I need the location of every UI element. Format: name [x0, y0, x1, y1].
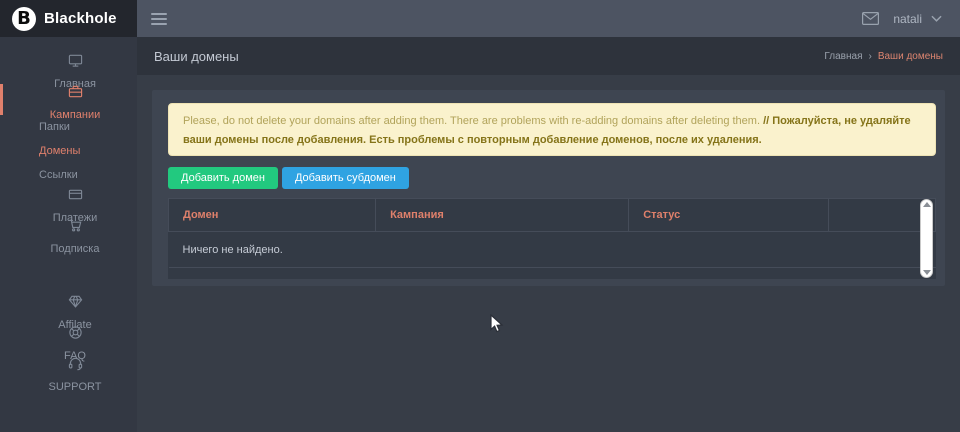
- sidebar-item-label: Подписка: [51, 243, 100, 255]
- scroll-up-icon[interactable]: [923, 202, 931, 207]
- domains-table-container: Домен Кампания Статус Ничего не найдено.: [168, 198, 936, 279]
- sidebar-item-subscription[interactable]: Подписка: [0, 218, 137, 249]
- diamond-icon: [68, 294, 83, 309]
- briefcase-icon: [68, 84, 83, 99]
- sidebar-item-payments[interactable]: Платежи: [0, 187, 137, 218]
- headset-icon: [68, 356, 83, 371]
- app-window: B Blackhole Главная Кампании Папки Домен…: [0, 0, 960, 432]
- breadcrumb-current: Ваши домены: [878, 51, 943, 62]
- main-area: natali Ваши домены Главная › Ваши домены…: [137, 0, 960, 432]
- sidebar-item-campaigns[interactable]: Кампании: [0, 84, 137, 115]
- breadcrumb: Главная › Ваши домены: [824, 51, 943, 62]
- mail-icon[interactable]: [862, 12, 879, 25]
- monitor-icon: [68, 53, 83, 68]
- warning-alert: Please, do not delete your domains after…: [168, 103, 936, 156]
- column-header-domain[interactable]: Домен: [169, 199, 376, 232]
- add-subdomain-button[interactable]: Добавить субдомен: [282, 167, 409, 189]
- column-header-campaign[interactable]: Кампания: [376, 199, 629, 232]
- sidebar-item-links[interactable]: Ссылки: [0, 163, 137, 187]
- table-header-row: Домен Кампания Статус: [169, 199, 936, 232]
- sidebar-item-faq[interactable]: FAQ: [0, 325, 137, 356]
- cart-icon: [68, 218, 83, 233]
- credit-card-icon: [68, 187, 83, 202]
- sidebar-item-label: Домены: [39, 145, 80, 157]
- column-header-status[interactable]: Статус: [629, 199, 828, 232]
- sidebar-item-affiliate[interactable]: Affilate: [0, 294, 137, 325]
- domains-panel: Please, do not delete your domains after…: [152, 90, 945, 286]
- brand-logo-icon: B: [12, 7, 36, 31]
- sidebar-spacer: [0, 249, 137, 294]
- sidebar: B Blackhole Главная Кампании Папки Домен…: [0, 0, 137, 432]
- breadcrumb-home-link[interactable]: Главная: [824, 51, 862, 62]
- brand-name: Blackhole: [44, 10, 117, 27]
- sidebar-item-label: Папки: [39, 121, 70, 133]
- sidebar-nav: Главная Кампании Папки Домены Ссылки Пла…: [0, 37, 137, 387]
- sidebar-item-label: SUPPORT: [49, 381, 102, 393]
- scroll-down-icon[interactable]: [923, 270, 931, 275]
- sidebar-item-support[interactable]: SUPPORT: [0, 356, 137, 387]
- add-domain-button[interactable]: Добавить домен: [168, 167, 278, 189]
- username: natali: [893, 12, 922, 26]
- content-area: Please, do not delete your domains after…: [137, 75, 960, 432]
- sidebar-item-label: Ссылки: [39, 169, 78, 181]
- sidebar-item-label: Кампании: [50, 109, 101, 121]
- lifebuoy-icon: [68, 325, 83, 340]
- table-row: Ничего не найдено.: [169, 232, 936, 268]
- table-scrollbar[interactable]: [920, 199, 933, 278]
- sidebar-item-home[interactable]: Главная: [0, 53, 137, 84]
- topbar: natali: [137, 0, 960, 37]
- page-title: Ваши домены: [154, 49, 239, 64]
- breadcrumb-separator: ›: [868, 51, 871, 62]
- actions-row: Добавить домен Добавить субдомен: [168, 167, 936, 189]
- chevron-down-icon: [931, 15, 942, 22]
- brand-logo[interactable]: B Blackhole: [0, 0, 137, 37]
- sidebar-toggle-button[interactable]: [151, 13, 167, 25]
- alert-text-en: Please, do not delete your domains after…: [183, 115, 763, 127]
- domains-table: Домен Кампания Статус Ничего не найдено.: [168, 198, 936, 268]
- topbar-right: natali: [862, 12, 942, 26]
- page-title-bar: Ваши домены Главная › Ваши домены: [137, 37, 960, 75]
- empty-table-message: Ничего не найдено.: [169, 232, 936, 268]
- user-menu[interactable]: natali: [893, 12, 942, 26]
- sidebar-item-domains[interactable]: Домены: [0, 139, 137, 163]
